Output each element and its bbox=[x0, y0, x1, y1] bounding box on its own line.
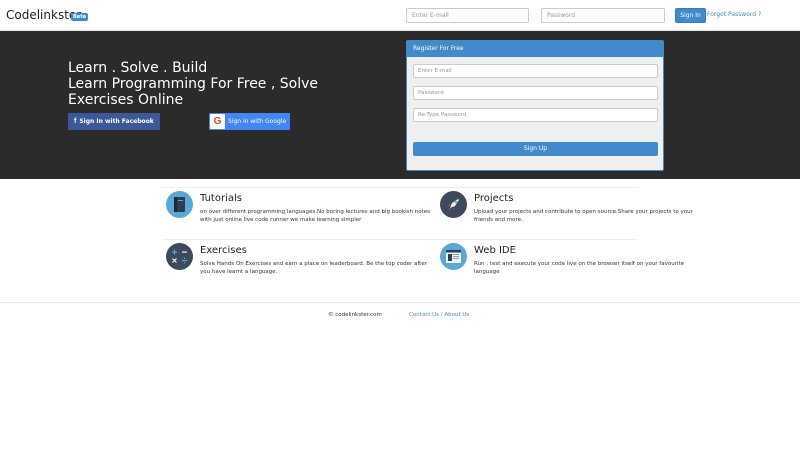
facebook-signin-button[interactable]: f Sign In with Facebook bbox=[68, 113, 160, 130]
google-signin-button[interactable]: G Sign in with Google bbox=[209, 113, 290, 130]
register-email-input[interactable] bbox=[413, 64, 658, 78]
beta-badge: Beta bbox=[71, 13, 88, 21]
google-signin-label: Sign in with Google bbox=[228, 118, 287, 125]
hero-title: Learn . Solve . Build Learn Programming … bbox=[68, 60, 318, 108]
features-divider-top bbox=[162, 187, 638, 188]
features-divider-middle bbox=[162, 239, 638, 240]
hero-line-1: Learn . Solve . Build bbox=[68, 60, 208, 76]
feature-description: Upload your projects and contribute to o… bbox=[474, 209, 693, 223]
facebook-signin-label: Sign In with Facebook bbox=[79, 118, 154, 125]
google-icon: G bbox=[210, 114, 225, 129]
footer-copyright: © codelinkster.com bbox=[328, 312, 382, 318]
forgot-password-link[interactable]: Forgot Password ? bbox=[707, 11, 761, 18]
signin-button[interactable]: Sign In bbox=[675, 8, 706, 23]
signup-button[interactable]: Sign Up bbox=[413, 142, 658, 156]
book-icon bbox=[166, 191, 193, 218]
navbar: Codelinkster Beta Sign In Forgot Passwor… bbox=[0, 0, 800, 31]
feature-title: Exercises bbox=[200, 245, 247, 256]
feature-description: Solve Hands On Exercises and earn a plac… bbox=[200, 261, 427, 275]
login-email-input[interactable] bbox=[406, 8, 529, 23]
register-password-input[interactable] bbox=[413, 86, 658, 100]
rocket-icon bbox=[440, 191, 467, 218]
footer-contact-about-links[interactable]: Contact Us / About Us bbox=[409, 312, 469, 318]
browser-window-icon bbox=[440, 243, 467, 270]
hero-line-3: Exercises Online bbox=[68, 92, 184, 108]
feature-title: Web IDE bbox=[474, 245, 516, 256]
login-password-input[interactable] bbox=[541, 8, 665, 23]
feature-description: Run , test and execute your code live on… bbox=[474, 261, 685, 275]
brand-logo[interactable]: Codelinkster bbox=[6, 8, 81, 22]
feature-description: on over different programming languages.… bbox=[200, 209, 430, 223]
hero-line-2: Learn Programming For Free , Solve bbox=[68, 76, 319, 92]
facebook-icon: f bbox=[74, 118, 77, 125]
register-panel: Register For Free Sign Up bbox=[406, 40, 664, 171]
footer-divider bbox=[0, 302, 800, 303]
register-retype-password-input[interactable] bbox=[413, 108, 658, 122]
hero-section: Learn . Solve . Build Learn Programming … bbox=[0, 31, 800, 179]
feature-title: Projects bbox=[474, 193, 514, 204]
feature-title: Tutorials bbox=[200, 193, 242, 204]
register-panel-header: Register For Free bbox=[407, 41, 663, 57]
calculator-icon bbox=[166, 243, 193, 270]
